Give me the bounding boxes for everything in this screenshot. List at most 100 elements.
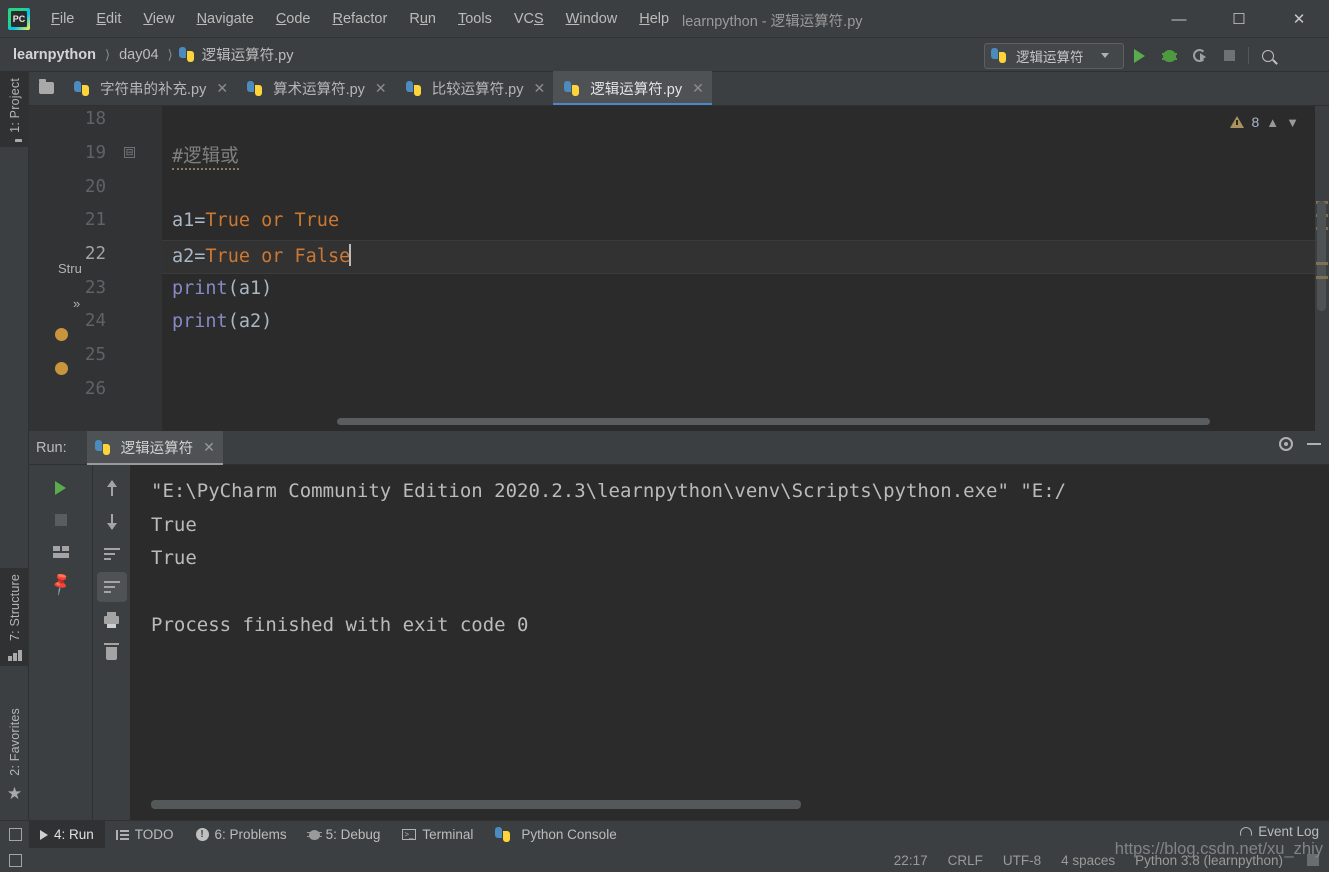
bottom-tab-todo[interactable]: TODO xyxy=(105,821,185,849)
previous-occurrence-button[interactable] xyxy=(97,473,127,503)
close-tab-icon[interactable]: ✕ xyxy=(534,80,546,97)
toggle-tool-windows-icon[interactable] xyxy=(9,828,22,841)
close-tab-icon[interactable]: ✕ xyxy=(692,80,704,97)
tab-arithmetic-operators[interactable]: 算术运算符.py ✕ xyxy=(236,71,395,105)
next-occurrence-button[interactable] xyxy=(97,506,127,536)
debug-icon xyxy=(306,829,322,840)
search-icon xyxy=(1262,49,1274,62)
scroll-to-end-button[interactable] xyxy=(96,572,127,602)
minimize-button[interactable]: — xyxy=(1149,0,1209,38)
python-file-icon xyxy=(178,47,194,62)
indent-setting[interactable]: 4 spaces xyxy=(1061,853,1115,868)
close-button[interactable]: ✕ xyxy=(1269,0,1329,38)
line-separator[interactable]: CRLF xyxy=(948,853,983,868)
code-var-a2: a2= xyxy=(172,246,206,267)
bottom-tab-python-console[interactable]: Python Console xyxy=(484,821,627,849)
bell-icon xyxy=(1240,827,1253,836)
expand-panel-icon[interactable]: » xyxy=(73,296,80,311)
event-log-button[interactable]: Event Log xyxy=(1240,824,1319,839)
soft-wrap-button[interactable] xyxy=(97,539,127,569)
breadcrumb-project[interactable]: learnpython xyxy=(10,45,99,65)
console-output[interactable]: "E:\PyCharm Community Edition 2020.2.3\l… xyxy=(130,465,1329,820)
menu-edit[interactable]: Edit xyxy=(85,8,132,30)
chevron-up-icon[interactable]: ▲ xyxy=(1266,115,1279,130)
code-editor[interactable]: 18 19 20 21 22 23 24 25 26 ⊟ Stru » #逻辑或… xyxy=(29,106,1329,431)
layout-button[interactable] xyxy=(46,537,76,567)
close-session-icon[interactable]: ✕ xyxy=(203,439,215,456)
python-interpreter[interactable]: Python 3.8 (learnpython) xyxy=(1135,853,1283,868)
hide-window-icon[interactable] xyxy=(1307,443,1321,445)
stop-button[interactable] xyxy=(1214,42,1244,69)
pin-tab-button[interactable]: 📌 xyxy=(46,569,76,599)
tab-string-supplement[interactable]: 字符串的补充.py ✕ xyxy=(63,71,236,105)
run-session-tab[interactable]: 逻辑运算符 ✕ xyxy=(86,430,224,465)
bottom-tab-problems[interactable]: ! 6: Problems xyxy=(185,821,298,849)
breakpoint-marker-icon[interactable] xyxy=(55,328,68,341)
menu-vcs[interactable]: VCS xyxy=(503,8,555,30)
stop-icon xyxy=(54,514,67,526)
left-tool-strip: 1: Project 7: Structure 2: Favorites ★ xyxy=(0,72,29,820)
inspection-widget[interactable]: 8 ▲ ▼ xyxy=(1230,114,1299,130)
fold-region-icon[interactable]: ⊟ xyxy=(124,147,135,158)
layout-icon xyxy=(52,545,69,559)
warning-marker[interactable] xyxy=(1316,262,1328,265)
line-number: 18 xyxy=(84,109,106,129)
file-encoding[interactable]: UTF-8 xyxy=(1003,853,1041,868)
sidebar-item-project[interactable]: 1: Project xyxy=(0,72,29,147)
line-number: 23 xyxy=(84,278,106,298)
run-configuration-selector[interactable]: 逻辑运算符 xyxy=(984,42,1124,69)
breadcrumb-folder[interactable]: day04 xyxy=(116,45,162,65)
toggle-sidebar-icon[interactable] xyxy=(9,853,22,867)
caret-position[interactable]: 22:17 xyxy=(894,853,928,868)
bottom-tab-terminal[interactable]: >_ Terminal xyxy=(391,821,484,849)
run-window-label: Run: xyxy=(36,439,67,456)
tab-label: 比较运算符.py xyxy=(431,81,524,98)
breakpoint-marker-icon[interactable] xyxy=(55,362,68,375)
tab-logical-operators[interactable]: 逻辑运算符.py ✕ xyxy=(553,71,712,105)
rerun-button[interactable] xyxy=(46,473,76,503)
menu-navigate[interactable]: Navigate xyxy=(186,8,265,30)
bug-icon xyxy=(1161,49,1177,62)
stop-process-button[interactable] xyxy=(46,505,76,535)
breadcrumb-file[interactable]: 逻辑运算符.py xyxy=(199,42,297,67)
debug-button[interactable] xyxy=(1154,42,1184,69)
clear-all-button[interactable] xyxy=(97,638,127,668)
close-tab-icon[interactable]: ✕ xyxy=(216,80,228,97)
python-file-icon xyxy=(564,80,580,96)
maximize-button[interactable]: ☐ xyxy=(1209,0,1269,38)
sidebar-item-favorites[interactable]: 2: Favorites ★ xyxy=(0,702,29,807)
menu-code[interactable]: Code xyxy=(265,8,322,30)
resize-grip[interactable] xyxy=(1307,854,1319,866)
console-line-output: True xyxy=(151,547,197,569)
arrow-up-icon xyxy=(106,479,117,496)
trash-icon xyxy=(104,642,119,660)
search-everywhere-button[interactable] xyxy=(1253,42,1283,69)
gear-icon[interactable] xyxy=(1279,437,1293,451)
pycharm-window: File Edit View Navigate Code Refactor Ru… xyxy=(0,0,1329,872)
editor-vertical-scrollbar[interactable] xyxy=(1317,201,1326,311)
menu-run[interactable]: Run xyxy=(398,8,447,30)
menu-help[interactable]: Help xyxy=(628,8,680,30)
warning-marker[interactable] xyxy=(1316,276,1328,279)
menu-tools[interactable]: Tools xyxy=(447,8,503,30)
menu-view[interactable]: View xyxy=(132,8,185,30)
close-tab-icon[interactable]: ✕ xyxy=(375,80,387,97)
run-coverage-button[interactable] xyxy=(1184,42,1214,69)
tab-comparison-operators[interactable]: 比较运算符.py ✕ xyxy=(395,71,554,105)
menu-refactor[interactable]: Refactor xyxy=(322,8,399,30)
bottom-tab-debug[interactable]: 5: Debug xyxy=(298,821,392,849)
chevron-down-icon[interactable]: ▼ xyxy=(1286,115,1299,130)
sidebar-item-structure[interactable]: 7: Structure xyxy=(0,568,29,667)
editor-horizontal-scrollbar[interactable] xyxy=(337,418,1210,425)
run-button[interactable] xyxy=(1124,42,1154,69)
marker-stripe[interactable] xyxy=(1315,106,1329,431)
bottom-tab-run[interactable]: 4: Run xyxy=(29,820,105,849)
print-icon xyxy=(104,612,119,628)
menu-file[interactable]: File xyxy=(40,8,85,30)
warning-icon xyxy=(1230,116,1245,128)
console-horizontal-scrollbar[interactable] xyxy=(151,800,801,809)
menu-window[interactable]: Window xyxy=(555,8,629,30)
tab-list-folder-icon[interactable] xyxy=(29,71,63,105)
code-area[interactable]: #逻辑或 a1=True or True a2=True or False pr… xyxy=(162,106,1329,431)
print-button[interactable] xyxy=(97,605,127,635)
